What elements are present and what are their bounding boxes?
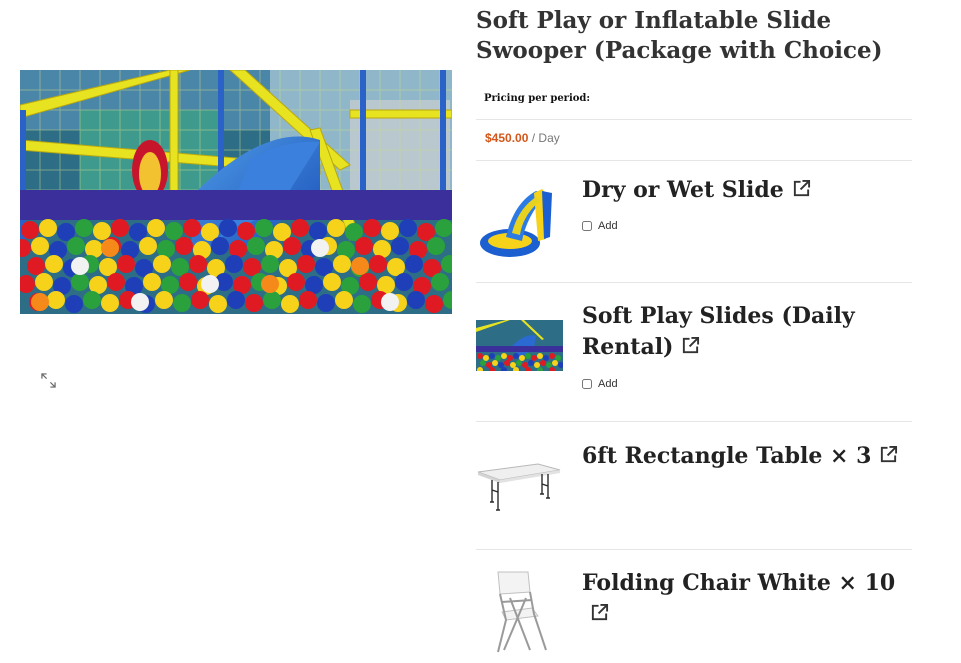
addon-name: Soft Play Slides (Daily Rental) [582, 303, 855, 360]
water-slide-image[interactable] [476, 185, 562, 261]
add-option[interactable]: Add [582, 220, 618, 232]
product-main-image[interactable] [20, 70, 452, 314]
add-checkbox[interactable] [582, 379, 592, 389]
addon-item: Soft Play Slides (Daily Rental) Add [476, 283, 912, 421]
price-row: $450.00 / Day [485, 131, 560, 145]
folding-chair-graphic [497, 571, 547, 653]
zoom-button[interactable] [26, 362, 70, 398]
soft-play-photo [20, 70, 452, 314]
addon-item: 6ft Rectangle Table × 3 [476, 422, 912, 549]
add-label: Add [598, 220, 618, 232]
addon-name: 6ft Rectangle Table × 3 [582, 443, 872, 469]
soft-play-graphic [476, 320, 563, 371]
add-option[interactable]: Add [582, 378, 618, 390]
water-slide-graphic [480, 189, 552, 257]
expand-icon [40, 372, 56, 388]
folding-table-image[interactable] [476, 460, 562, 514]
pricing-label: Pricing per period: [484, 93, 591, 104]
external-link-icon[interactable] [792, 179, 811, 198]
folding-chair-image[interactable] [476, 568, 562, 658]
addon-title: Soft Play Slides (Daily Rental) [582, 301, 902, 363]
addon-item: Dry or Wet Slide Add [476, 161, 912, 282]
external-link-icon[interactable] [681, 336, 700, 355]
external-link-icon[interactable] [590, 603, 609, 622]
add-checkbox[interactable] [582, 221, 592, 231]
product-title: Soft Play or Inflatable Slide Swooper (P… [476, 7, 883, 64]
addon-title: Folding Chair White × 10 [582, 568, 902, 630]
addon-name: Dry or Wet Slide [582, 177, 784, 203]
addon-title: Dry or Wet Slide [582, 175, 902, 206]
price-period: / Day [531, 131, 560, 145]
external-link-icon[interactable] [879, 445, 898, 464]
folding-table-graphic [477, 463, 561, 511]
addon-item: Folding Chair White × 10 [476, 550, 912, 663]
addon-name: Folding Chair White × 10 [582, 570, 896, 596]
soft-play-image[interactable] [476, 320, 563, 371]
price-amount: $450.00 [485, 131, 529, 145]
addon-title: 6ft Rectangle Table × 3 [582, 441, 902, 472]
divider [476, 119, 912, 120]
add-label: Add [598, 378, 618, 390]
